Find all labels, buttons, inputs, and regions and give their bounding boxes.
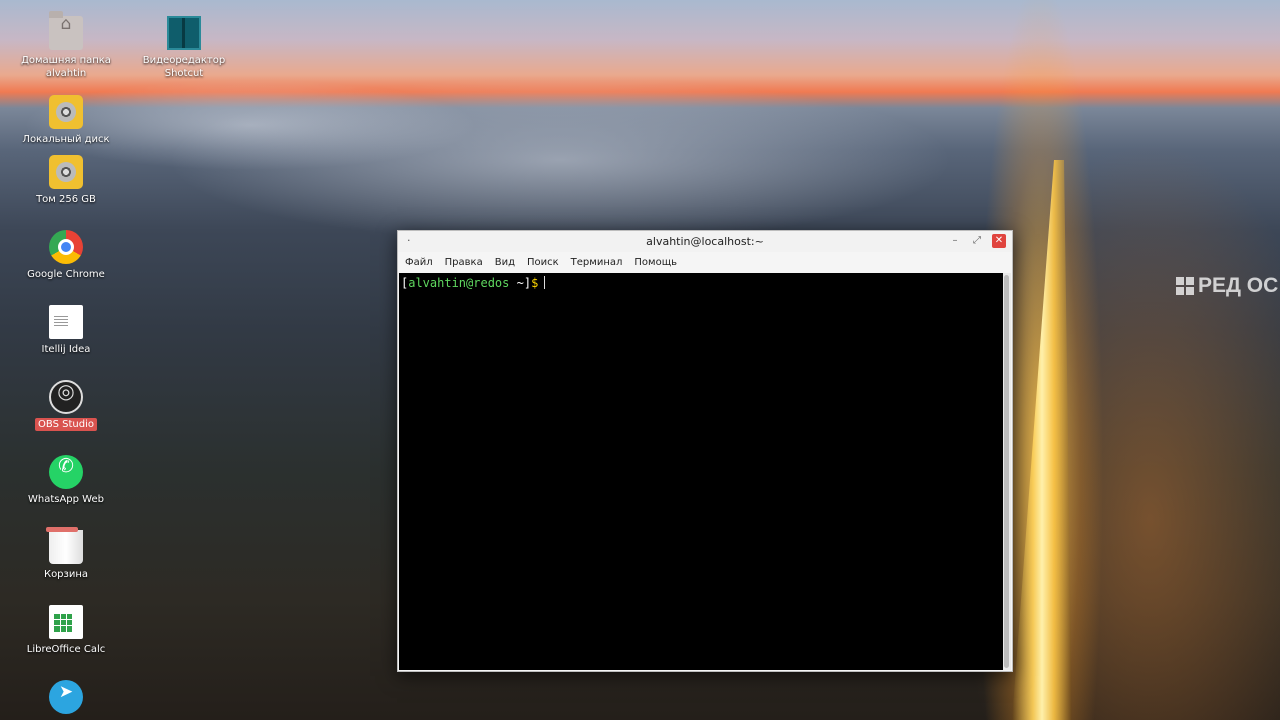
terminal-window[interactable]: · alvahtin@localhost:~ – ⤢ ✕ Файл Правка… — [397, 230, 1013, 672]
home-folder-icon — [49, 11, 83, 50]
desktop-icon-whatsapp[interactable]: WhatsApp Web — [16, 455, 116, 506]
text-cursor — [544, 276, 546, 289]
spreadsheet-icon — [49, 605, 83, 639]
whatsapp-icon — [49, 455, 83, 489]
obs-icon — [49, 380, 83, 414]
desktop-icon-label: Корзина — [43, 569, 89, 580]
desktop-icon-label: Локальный диск — [22, 134, 110, 145]
desktop-icon-label-selected: OBS Studio — [35, 418, 97, 431]
desktop-icon-label: Домашняя папка — [21, 55, 111, 66]
disk-drive-icon — [49, 95, 83, 129]
desktop-icon-shotcut[interactable]: Видеоредактор Shotcut — [134, 16, 234, 80]
disk-drive-icon — [49, 155, 83, 189]
prompt-user-host: alvahtin@redos — [408, 276, 510, 290]
desktop-icon-calc[interactable]: LibreOffice Calc — [16, 605, 116, 656]
desktop-icon-telegram[interactable] — [16, 680, 116, 718]
menu-bar: Файл Правка Вид Поиск Терминал Помощь — [398, 252, 1012, 273]
prompt-symbol: $ — [531, 276, 539, 290]
window-titlebar[interactable]: · alvahtin@localhost:~ – ⤢ ✕ — [398, 231, 1012, 252]
desktop-icon-intellij[interactable]: Itellij Idea — [16, 305, 116, 356]
trash-icon — [46, 527, 83, 564]
desktop-icon-label: alvahtin — [45, 68, 87, 79]
menu-terminal[interactable]: Терминал — [571, 257, 623, 268]
window-title: alvahtin@localhost:~ — [646, 235, 764, 248]
terminal-scrollbar[interactable] — [1003, 273, 1011, 670]
desktop-icon-label: Google Chrome — [27, 269, 105, 280]
desktop-icon-label: Itellij Idea — [41, 344, 91, 355]
minimize-button[interactable]: – — [948, 234, 962, 248]
terminal-output[interactable]: [alvahtin@redos ~]$ — [399, 273, 1003, 670]
menu-search[interactable]: Поиск — [527, 257, 559, 268]
document-icon — [49, 305, 83, 339]
desktop-icon-label: WhatsApp Web — [27, 494, 104, 505]
menu-help[interactable]: Помощь — [634, 257, 677, 268]
close-button[interactable]: ✕ — [992, 234, 1006, 248]
redos-logo-icon — [1176, 277, 1194, 295]
desktop-icon-obs[interactable]: OBS Studio — [16, 380, 116, 431]
desktop-icon-chrome[interactable]: Google Chrome — [16, 230, 116, 281]
telegram-icon — [49, 680, 83, 714]
watermark-text: РЕД ОС — [1198, 274, 1279, 297]
desktop-icon-label: Том 256 GB — [36, 194, 96, 205]
desktop-icon-volume[interactable]: Том 256 GB — [16, 155, 116, 206]
shell-prompt: [alvahtin@redos ~]$ — [401, 276, 546, 290]
chrome-icon — [49, 230, 83, 264]
menu-edit[interactable]: Правка — [445, 257, 483, 268]
maximize-button[interactable]: ⤢ — [970, 234, 984, 248]
desktop-icon-label: Shotcut — [164, 68, 204, 79]
desktop-icon-label: Видеоредактор — [142, 55, 226, 66]
prompt-path: ~ — [509, 276, 524, 290]
desktop-icon-trash[interactable]: Корзина — [16, 527, 116, 581]
desktop-icon-label: LibreOffice Calc — [26, 644, 106, 655]
prompt-close-bracket: ] — [523, 276, 532, 290]
menu-view[interactable]: Вид — [495, 257, 515, 268]
menu-file[interactable]: Файл — [405, 257, 433, 268]
wallpaper-bridge-lights — [1012, 160, 1072, 720]
desktop-icon-home-folder[interactable]: Домашняя папка alvahtin — [16, 11, 116, 80]
desktop-icon-local-disk[interactable]: Локальный диск — [16, 95, 116, 146]
scrollbar-thumb[interactable] — [1004, 275, 1009, 668]
shotcut-icon — [167, 16, 201, 50]
os-watermark: РЕД ОС — [1176, 274, 1278, 298]
